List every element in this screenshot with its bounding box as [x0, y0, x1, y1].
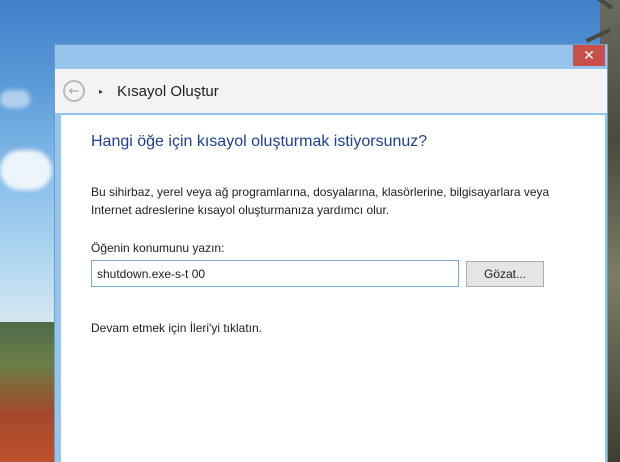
back-button[interactable]: ←	[63, 80, 85, 102]
window-title: Kısayol Oluştur	[117, 82, 219, 100]
wizard-description: Bu sihirbaz, yerel veya ağ programlarına…	[91, 185, 550, 217]
shortcut-wizard-icon: ▸	[98, 86, 103, 96]
navigation-bar: ← ▸ Kısayol Oluştur	[55, 69, 607, 113]
close-icon: ✕	[583, 47, 595, 64]
create-shortcut-window: ✕ ← ▸ Kısayol Oluştur Hangi öğe için kıs…	[54, 44, 608, 462]
background-cloud	[0, 90, 30, 108]
close-button[interactable]: ✕	[573, 45, 605, 66]
browse-button[interactable]: Gözat...	[466, 261, 544, 287]
wizard-content: Hangi öğe için kısayol oluşturmak istiyo…	[61, 115, 605, 462]
page-heading: Hangi öğe için kısayol oluşturmak istiyo…	[91, 133, 428, 150]
location-field-label: Öğenin konumunu yazın:	[91, 241, 225, 255]
next-instruction: Devam etmek için İleri'yi tıklatın.	[91, 321, 263, 335]
background-rocks	[0, 322, 56, 462]
background-cloud	[0, 150, 52, 190]
back-arrow-icon: ←	[68, 83, 80, 99]
location-input[interactable]	[91, 260, 459, 287]
